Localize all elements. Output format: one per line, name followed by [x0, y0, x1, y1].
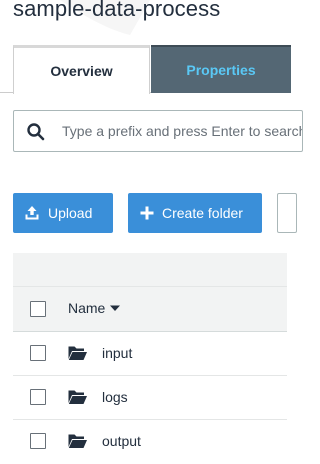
create-folder-button-label: Create folder: [162, 205, 243, 221]
search-input[interactable]: [62, 119, 302, 143]
upload-button[interactable]: Upload: [13, 193, 113, 233]
table-row[interactable]: logs: [13, 376, 287, 420]
create-folder-button[interactable]: Create folder: [128, 193, 262, 233]
table-row[interactable]: output: [13, 420, 287, 464]
search-icon: [27, 123, 45, 141]
row-name[interactable]: output: [102, 433, 141, 449]
tab-properties[interactable]: Properties: [151, 45, 291, 93]
row-checkbox[interactable]: [30, 389, 46, 405]
folder-icon: [68, 390, 87, 404]
name-column-label: Name: [68, 300, 106, 316]
plus-icon: [140, 206, 154, 220]
tab-properties-label: Properties: [186, 62, 256, 78]
tab-overview-label: Overview: [50, 63, 113, 79]
name-column-header[interactable]: Name: [68, 300, 121, 316]
folder-icon: [68, 434, 87, 448]
table-header: Name: [13, 286, 287, 332]
bucket-title: sample-data-process: [13, 0, 221, 21]
search-box: [13, 110, 303, 152]
row-checkbox[interactable]: [30, 345, 46, 361]
select-all-checkbox[interactable]: [30, 301, 46, 317]
upload-button-label: Upload: [48, 205, 93, 221]
row-checkbox[interactable]: [30, 433, 46, 449]
actions-dropdown-button[interactable]: [277, 193, 297, 233]
row-name[interactable]: input: [102, 345, 132, 361]
table-toolbar: [13, 253, 287, 286]
tab-overview[interactable]: Overview: [13, 45, 150, 94]
caret-down-icon: [110, 305, 121, 311]
folder-icon: [68, 346, 87, 360]
table-row[interactable]: input: [13, 332, 287, 376]
upload-icon: [25, 206, 39, 220]
row-name[interactable]: logs: [102, 389, 128, 405]
